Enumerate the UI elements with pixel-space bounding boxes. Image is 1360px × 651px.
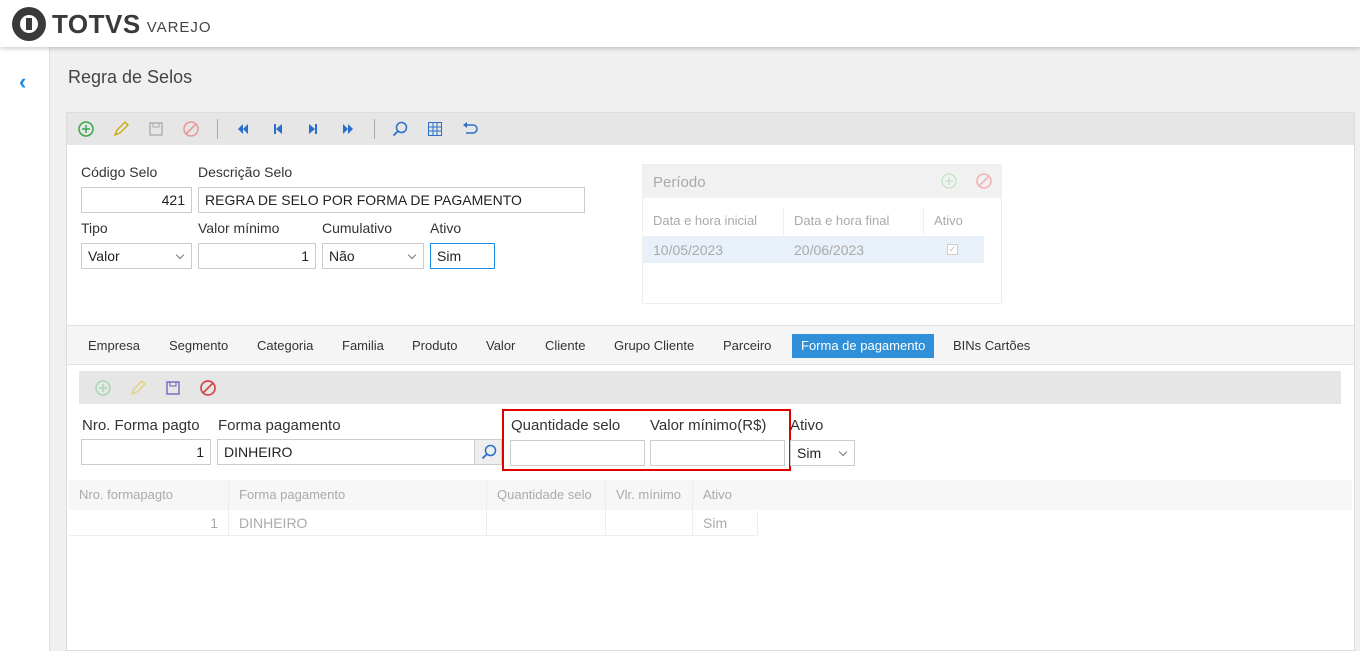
tab-segmento[interactable]: Segmento <box>160 334 237 358</box>
tab-grupo-cliente[interactable]: Grupo Cliente <box>605 334 703 358</box>
nro-forma-input[interactable]: 1 <box>81 439 211 465</box>
periodo-ativo-checkbox[interactable]: ✓ <box>947 244 958 255</box>
save-icon[interactable] <box>163 378 183 398</box>
periodo-panel: Período Data e hora inicial Data e hora … <box>642 164 1002 304</box>
periodo-header: Período <box>643 165 1001 198</box>
tipo-label: Tipo <box>81 220 108 236</box>
periodo-col-inicio[interactable]: Data e hora inicial <box>643 207 784 235</box>
grid-col-ativo[interactable]: Ativo <box>693 480 758 510</box>
descricao-selo-input[interactable]: REGRA DE SELO POR FORMA DE PAGAMENTO <box>198 187 585 213</box>
toolbar-separator <box>217 119 218 139</box>
grid-cell-vlr <box>606 510 693 536</box>
tab-cliente[interactable]: Cliente <box>536 334 594 358</box>
descricao-selo-label: Descrição Selo <box>198 164 293 180</box>
tab-produto[interactable]: Produto <box>403 334 467 358</box>
forma-pagamento-input[interactable]: DINHEIRO <box>217 439 475 465</box>
add-icon[interactable] <box>93 378 113 398</box>
totvs-logo-icon <box>12 7 46 41</box>
cumulativo-label: Cumulativo <box>322 220 393 236</box>
periodo-cell-inicio: 10/05/2023 <box>653 242 724 258</box>
brand-name: TOTVS <box>52 8 141 39</box>
periodo-col-fim[interactable]: Data e hora final <box>784 207 924 235</box>
grid-icon[interactable] <box>424 118 446 140</box>
tab-familia[interactable]: Familia <box>333 334 393 358</box>
tab-valor[interactable]: Valor <box>477 334 524 358</box>
left-nav: ‹ <box>0 47 50 651</box>
tipo-select[interactable]: Valor <box>81 243 192 269</box>
periodo-add-icon[interactable] <box>941 173 957 192</box>
grid-col-forma[interactable]: Forma pagamento <box>229 480 487 510</box>
grid-cell-forma: DINHEIRO <box>229 510 487 536</box>
undo-icon[interactable] <box>459 118 481 140</box>
search-icon[interactable] <box>389 118 411 140</box>
highlight-box <box>502 409 791 471</box>
top-bar: TOTVS VAREJO <box>0 0 1360 47</box>
brand-sub: VAREJO <box>146 18 212 36</box>
pagamento-ativo-select[interactable]: Sim <box>790 440 855 466</box>
pagamento-toolbar <box>79 371 1341 404</box>
add-icon[interactable] <box>75 118 97 140</box>
grid-cell-qtd <box>487 510 606 536</box>
next-icon[interactable] <box>302 118 324 140</box>
grid-col-nro[interactable]: Nro. formapagto <box>69 480 229 510</box>
tab-parceiro[interactable]: Parceiro <box>714 334 780 358</box>
prev-icon[interactable] <box>267 118 289 140</box>
forma-search-button[interactable] <box>474 439 502 465</box>
pagamento-ativo-label: Ativo <box>790 417 824 434</box>
forma-pagamento-label: Forma pagamento <box>218 417 341 434</box>
back-chevron-icon[interactable]: ‹ <box>19 71 33 93</box>
totvs-logo[interactable]: TOTVS VAREJO <box>12 7 212 41</box>
codigo-selo-input[interactable]: 421 <box>81 187 192 213</box>
cancel-icon[interactable] <box>198 378 218 398</box>
page-title: Regra de Selos <box>68 67 193 87</box>
tab-bins-cartoes[interactable]: BINs Cartões <box>944 334 1039 358</box>
ativo-label: Ativo <box>430 220 462 236</box>
main-toolbar <box>67 113 1354 145</box>
valor-minimo-input[interactable]: 1 <box>198 243 316 269</box>
edit-icon[interactable] <box>110 118 132 140</box>
grid-col-vlr[interactable]: Vlr. mínimo <box>606 480 693 510</box>
grid-col-qtd[interactable]: Quantidade selo <box>487 480 606 510</box>
cumulativo-select[interactable]: Não <box>322 243 424 269</box>
nro-forma-label: Nro. Forma pagto <box>82 417 200 434</box>
valor-minimo-label: Valor mínimo <box>198 220 280 236</box>
cancel-icon[interactable] <box>180 118 202 140</box>
first-icon[interactable] <box>232 118 254 140</box>
periodo-col-ativo[interactable]: Ativo <box>924 207 984 235</box>
periodo-cancel-icon[interactable] <box>976 173 992 192</box>
ativo-input[interactable]: Sim <box>430 243 495 269</box>
tab-forma-pagamento[interactable]: Forma de pagamento <box>792 334 935 358</box>
codigo-selo-label: Código Selo <box>81 164 158 180</box>
last-icon[interactable] <box>337 118 359 140</box>
periodo-cell-fim: 20/06/2023 <box>794 242 865 258</box>
tab-categoria[interactable]: Categoria <box>248 334 322 358</box>
edit-icon[interactable] <box>128 378 148 398</box>
periodo-title: Período <box>653 174 706 191</box>
toolbar-separator <box>374 119 375 139</box>
main-panel: Código Selo 421 Descrição Selo REGRA DE … <box>66 112 1355 651</box>
tab-bar: Empresa Segmento Categoria Familia Produ… <box>67 325 1354 365</box>
grid-cell-ativo: Sim <box>693 510 758 536</box>
save-icon[interactable] <box>145 118 167 140</box>
grid-cell-nro: 1 <box>69 510 229 536</box>
tab-empresa[interactable]: Empresa <box>79 334 149 358</box>
search-icon <box>481 444 497 460</box>
